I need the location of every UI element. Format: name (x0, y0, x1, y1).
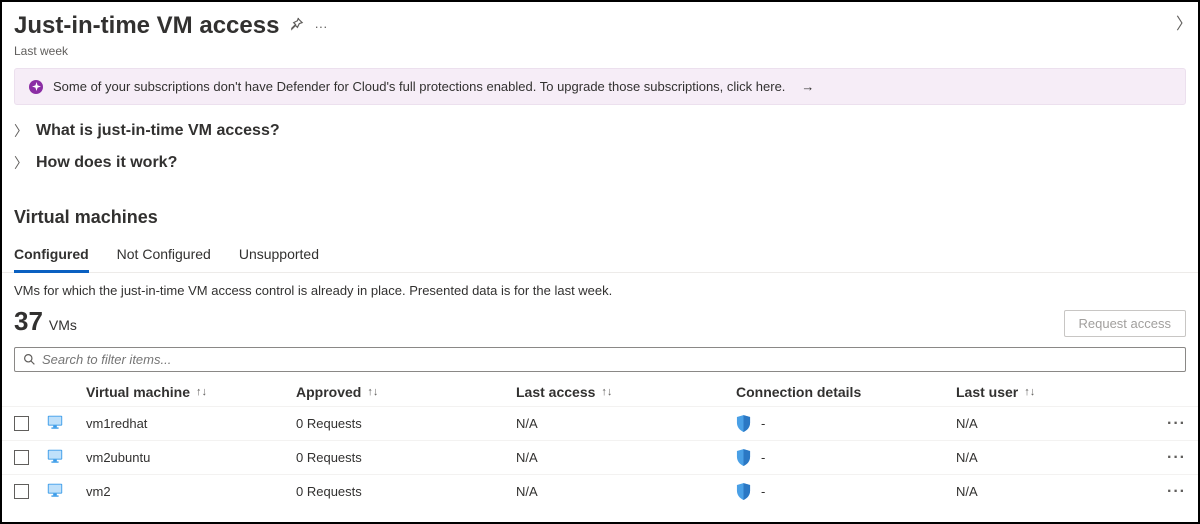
cell-vm-name[interactable]: vm2 (86, 484, 296, 499)
row-checkbox[interactable] (14, 416, 29, 431)
sort-icon: ↑↓ (367, 386, 378, 398)
pin-icon[interactable] (289, 17, 304, 35)
chevron-right-icon: 〉 (14, 153, 28, 173)
shield-icon (736, 415, 751, 432)
col-vm[interactable]: Virtual machine↑↓ (86, 384, 296, 400)
vm-icon (46, 413, 86, 434)
upgrade-banner[interactable]: Some of your subscriptions don't have De… (14, 68, 1186, 105)
table-header: Virtual machine↑↓ Approved↑↓ Last access… (2, 378, 1198, 406)
expando-what-is-jit[interactable]: 〉 What is just-in-time VM access? (2, 115, 1198, 147)
more-icon[interactable]: ··· (314, 19, 327, 34)
cell-last-access: N/A (516, 484, 736, 499)
cell-connection: - (736, 483, 956, 500)
tabs: Configured Not Configured Unsupported (2, 234, 1198, 273)
search-input[interactable] (42, 352, 1177, 367)
cell-last-access: N/A (516, 416, 736, 431)
col-last-access[interactable]: Last access↑↓ (516, 384, 736, 400)
col-connection[interactable]: Connection details (736, 384, 956, 400)
chevron-right-icon: 〉 (14, 121, 28, 141)
sort-icon: ↑↓ (196, 386, 207, 398)
cell-last-user: N/A (956, 484, 1150, 499)
compass-icon (29, 80, 43, 94)
tab-configured[interactable]: Configured (14, 242, 89, 272)
row-checkbox[interactable] (14, 450, 29, 465)
table-row: vm2 0 Requests N/A - N/A ··· (2, 474, 1198, 508)
expando-label: What is just-in-time VM access? (36, 122, 280, 140)
row-more-icon[interactable]: ··· (1150, 415, 1186, 433)
vm-count-unit: VMs (49, 317, 77, 333)
tab-description: VMs for which the just-in-time VM access… (2, 273, 1198, 300)
cell-approved: 0 Requests (296, 416, 516, 431)
vm-count-value: 37 (14, 306, 43, 336)
expando-how-does-it-work[interactable]: 〉 How does it work? (2, 147, 1198, 179)
col-approved[interactable]: Approved↑↓ (296, 384, 516, 400)
shield-icon (736, 483, 751, 500)
vm-icon (46, 447, 86, 468)
page-title: Just-in-time VM access (14, 12, 279, 40)
search-box[interactable] (14, 347, 1186, 372)
tab-not-configured[interactable]: Not Configured (117, 242, 211, 272)
cell-vm-name[interactable]: vm2ubuntu (86, 450, 296, 465)
section-title: Virtual machines (2, 179, 1198, 234)
row-more-icon[interactable]: ··· (1150, 483, 1186, 501)
cell-approved: 0 Requests (296, 450, 516, 465)
sort-icon: ↑↓ (601, 386, 612, 398)
arrow-right-icon: → (801, 79, 814, 94)
row-more-icon[interactable]: ··· (1150, 449, 1186, 467)
cell-last-user: N/A (956, 450, 1150, 465)
cell-connection: - (736, 449, 956, 466)
table-row: vm1redhat 0 Requests N/A - N/A ··· (2, 406, 1198, 440)
banner-text: Some of your subscriptions don't have De… (53, 79, 785, 94)
cell-last-access: N/A (516, 450, 736, 465)
cell-last-user: N/A (956, 416, 1150, 431)
vm-count: 37 VMs (14, 306, 77, 337)
table-row: vm2ubuntu 0 Requests N/A - N/A ··· (2, 440, 1198, 474)
page-subtitle: Last week (2, 44, 1198, 68)
sort-icon: ↑↓ (1024, 386, 1035, 398)
cell-connection: - (736, 415, 956, 432)
col-last-user[interactable]: Last user↑↓ (956, 384, 1150, 400)
close-icon[interactable]: 〉 (1176, 10, 1192, 34)
shield-icon (736, 449, 751, 466)
cell-vm-name[interactable]: vm1redhat (86, 416, 296, 431)
tab-unsupported[interactable]: Unsupported (239, 242, 319, 272)
vm-icon (46, 481, 86, 502)
cell-approved: 0 Requests (296, 484, 516, 499)
row-checkbox[interactable] (14, 484, 29, 499)
request-access-button[interactable]: Request access (1064, 310, 1187, 337)
expando-label: How does it work? (36, 154, 177, 172)
search-icon (23, 353, 36, 366)
